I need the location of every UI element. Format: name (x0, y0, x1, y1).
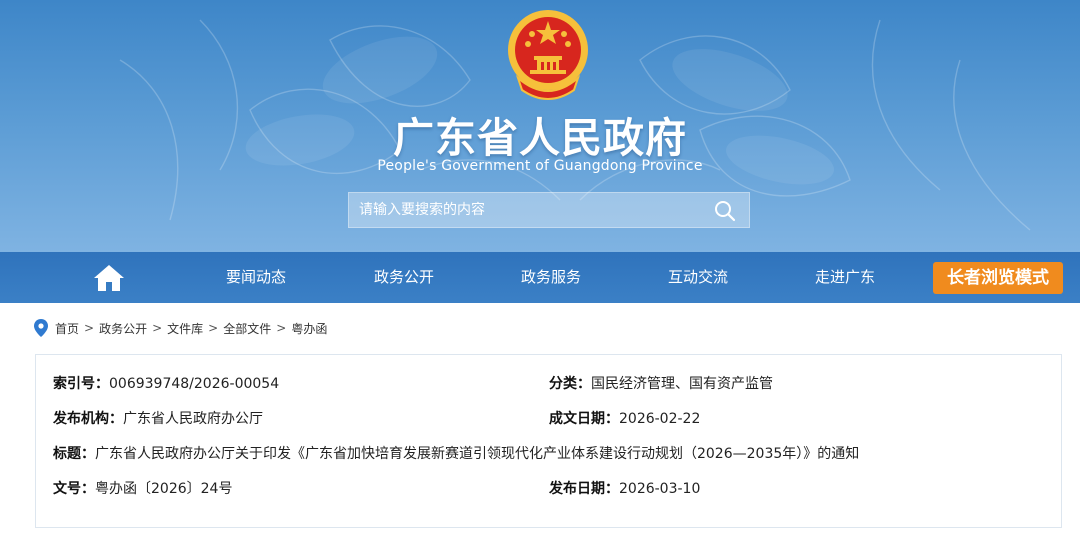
category-label: 分类： (549, 376, 591, 392)
document-number-row: 文号：粤办函〔2026〕24号 (53, 478, 232, 498)
publisher-value: 广东省人民政府办公厅 (123, 411, 263, 427)
national-emblem-icon (508, 10, 588, 100)
nav-item-about-guangdong[interactable]: 走进广东 (790, 252, 900, 303)
created-date-label: 成文日期： (549, 411, 619, 427)
breadcrumb-gov-affairs[interactable]: 政务公开 (99, 320, 147, 337)
publisher-row: 发布机构：广东省人民政府办公厅 (53, 408, 263, 428)
breadcrumb-separator: > (84, 321, 95, 335)
location-pin-icon (34, 319, 48, 337)
nav-item-news[interactable]: 要闻动态 (201, 252, 311, 303)
created-date-value: 2026-02-22 (619, 411, 701, 427)
publish-date-value: 2026-03-10 (619, 481, 701, 497)
publisher-label: 发布机构： (53, 411, 123, 427)
breadcrumb-all-files[interactable]: 全部文件 (223, 320, 271, 337)
main-nav: 要闻动态 政务公开 政务服务 互动交流 走进广东 长者浏览模式 (0, 252, 1080, 303)
breadcrumb-separator: > (152, 321, 163, 335)
header-banner: 广东省人民政府 People's Government of Guangdong… (0, 0, 1080, 252)
search-box (348, 192, 750, 228)
site-subtitle: People's Government of Guangdong Provinc… (377, 158, 703, 174)
publish-date-label: 发布日期： (549, 481, 619, 497)
index-number-value: 006939748/2026-00054 (109, 376, 280, 392)
nav-item-gov-affairs[interactable]: 政务公开 (349, 252, 459, 303)
title-row: 标题：广东省人民政府办公厅关于印发《广东省加快培育发展新赛道引领现代化产业体系建… (53, 443, 859, 463)
search-input[interactable] (349, 193, 699, 227)
breadcrumb-separator: > (208, 321, 219, 335)
breadcrumb-separator: > (276, 321, 287, 335)
created-date-row: 成文日期：2026-02-22 (549, 408, 700, 428)
publish-date-row: 发布日期：2026-03-10 (549, 478, 700, 498)
breadcrumb-yue-ban-han[interactable]: 粤办函 (291, 320, 327, 337)
index-number-row: 索引号：006939748/2026-00054 (53, 373, 279, 393)
elder-mode-button[interactable]: 长者浏览模式 (933, 262, 1063, 294)
nav-item-interaction[interactable]: 互动交流 (643, 252, 753, 303)
breadcrumb: 首页 > 政务公开 > 文件库 > 全部文件 > 粤办函 (34, 318, 327, 338)
document-number-value: 粤办函〔2026〕24号 (95, 481, 233, 497)
document-number-label: 文号： (53, 481, 95, 497)
site-title: 广东省人民政府 (393, 114, 687, 162)
home-icon[interactable] (92, 263, 126, 293)
category-value: 国民经济管理、国有资产监管 (591, 376, 773, 392)
title-label: 标题： (53, 446, 95, 462)
breadcrumb-file-library[interactable]: 文件库 (167, 320, 203, 337)
breadcrumb-home[interactable]: 首页 (55, 320, 79, 337)
title-value: 广东省人民政府办公厅关于印发《广东省加快培育发展新赛道引领现代化产业体系建设行动… (95, 446, 860, 462)
search-icon[interactable] (713, 199, 737, 223)
nav-item-gov-services[interactable]: 政务服务 (496, 252, 606, 303)
category-row: 分类：国民经济管理、国有资产监管 (549, 373, 773, 393)
index-number-label: 索引号： (53, 376, 109, 392)
document-info-panel: 索引号：006939748/2026-00054 分类：国民经济管理、国有资产监… (35, 354, 1062, 528)
